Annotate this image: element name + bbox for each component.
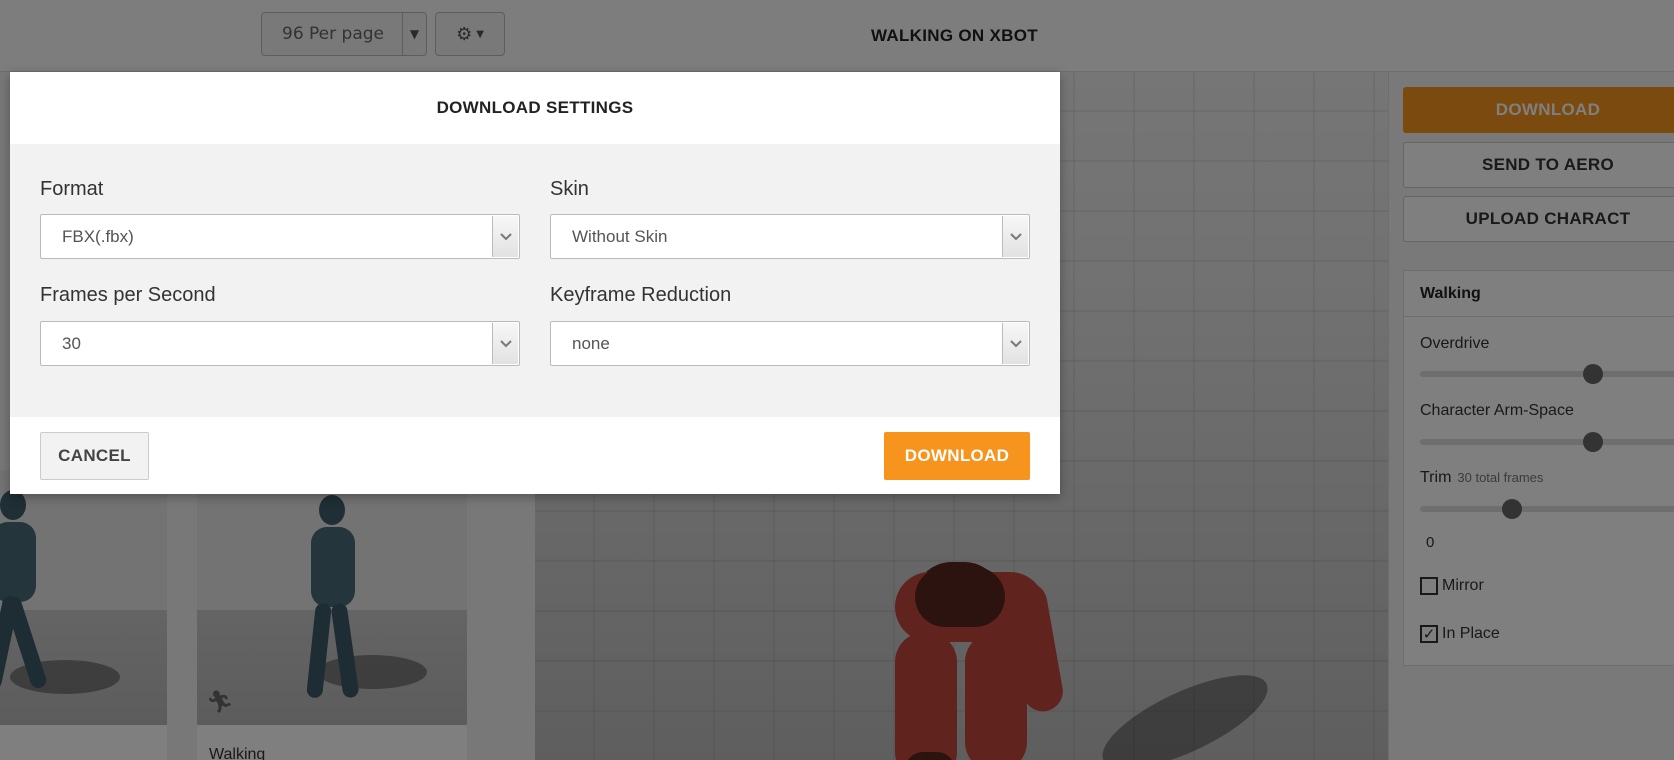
download-settings-dialog: DOWNLOAD SETTINGS Format FBX(.fbx) Skin …: [10, 72, 1060, 494]
keyframe-reduction-value: none: [572, 333, 610, 353]
keyframe-reduction-select[interactable]: none: [550, 321, 1030, 366]
format-select[interactable]: FBX(.fbx): [40, 214, 520, 259]
keyframe-reduction-label: Keyframe Reduction: [550, 284, 732, 306]
dialog-title: DOWNLOAD SETTINGS: [436, 98, 634, 117]
chevron-down-icon: [492, 216, 518, 257]
skin-select[interactable]: Without Skin: [550, 214, 1030, 259]
skin-label: Skin: [550, 178, 589, 200]
fps-value: 30: [62, 333, 81, 353]
chevron-down-icon: [1002, 216, 1028, 257]
cancel-button[interactable]: CANCEL: [40, 432, 149, 480]
format-value: FBX(.fbx): [62, 226, 134, 246]
download-button[interactable]: DOWNLOAD: [884, 432, 1030, 480]
skin-value: Without Skin: [572, 226, 668, 246]
chevron-down-icon: [1002, 323, 1028, 364]
fps-select[interactable]: 30: [40, 321, 520, 366]
fps-label: Frames per Second: [40, 284, 216, 306]
format-label: Format: [40, 178, 104, 200]
dialog-footer: CANCEL DOWNLOAD: [10, 417, 1060, 494]
chevron-down-icon: [492, 323, 518, 364]
